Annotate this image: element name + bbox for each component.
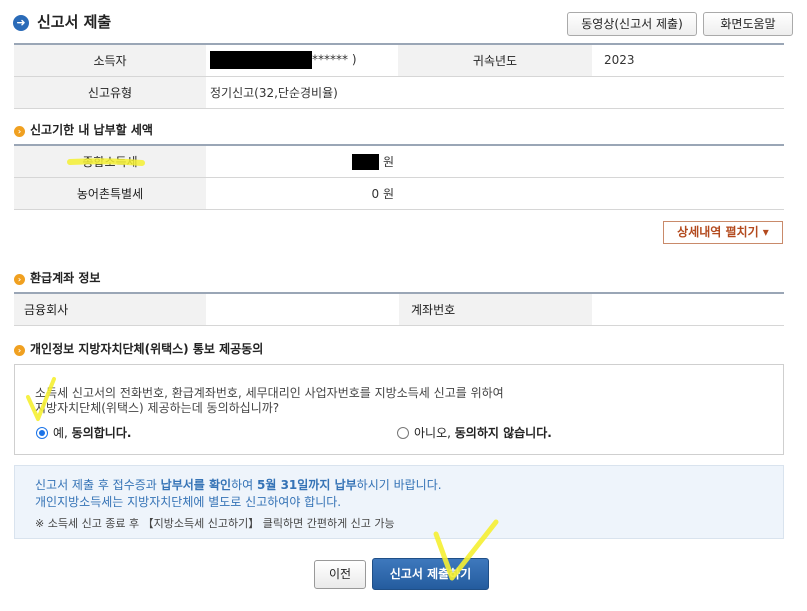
page-header: ➜ 신고서 제출 동영상(신고서 제출) 화면도움말 bbox=[13, 12, 793, 38]
consent-yes-radio[interactable] bbox=[36, 427, 48, 439]
income-tax-label: 종합소득세 bbox=[14, 145, 206, 178]
taxpayer-value: ****** ) bbox=[206, 44, 398, 77]
arrow-right-circle-icon: ➜ bbox=[13, 15, 29, 31]
consent-no-label[interactable]: 아니오, 동의하지 않습니다. bbox=[414, 426, 552, 440]
previous-button[interactable]: 이전 bbox=[314, 560, 366, 589]
section-bullet-icon: › bbox=[14, 274, 25, 285]
screen-help-button[interactable]: 화면도움말 bbox=[703, 12, 793, 36]
year-value: 2023 bbox=[592, 44, 784, 77]
refund-table: 금융회사 계좌번호 bbox=[14, 292, 784, 326]
submit-report-button[interactable]: 신고서 제출하기 bbox=[372, 558, 489, 590]
refund-section-title: › 환급계좌 정보 bbox=[14, 270, 100, 286]
consent-section-title: › 개인정보 지방자치단체(위택스) 통보 제공동의 bbox=[14, 341, 263, 357]
redacted-block bbox=[210, 51, 312, 70]
notice-box: 신고서 제출 후 접수증과 납부서를 확인하여 5월 31일까지 납부하시기 바… bbox=[14, 465, 784, 539]
rural-tax-amount: 0 원 bbox=[206, 177, 404, 210]
section-bullet-icon: › bbox=[14, 126, 25, 137]
page-title: 신고서 제출 bbox=[37, 13, 112, 31]
taxpayer-label: 소득자 bbox=[14, 44, 206, 77]
account-value bbox=[592, 293, 784, 326]
section-bullet-icon: › bbox=[14, 345, 25, 356]
bank-value bbox=[206, 293, 399, 326]
tax-table: 종합소득세 원 농어촌특별세 0 원 bbox=[14, 144, 784, 210]
consent-yes-label[interactable]: 예, 동의합니다. bbox=[53, 426, 131, 440]
redacted-block bbox=[351, 154, 379, 170]
summary-table: 소득자 ****** ) 귀속년도 2023 신고유형 정기신고(32,단순경비… bbox=[14, 43, 784, 109]
expand-details-button[interactable]: 상세내역 펼치기 ▾ bbox=[663, 221, 783, 244]
report-type-value: 정기신고(32,단순경비율) bbox=[206, 76, 784, 109]
notice-line-1: 신고서 제출 후 접수증과 납부서를 확인하여 5월 31일까지 납부하시기 바… bbox=[35, 478, 442, 492]
report-type-label: 신고유형 bbox=[14, 76, 206, 109]
income-tax-amount: 원 bbox=[206, 145, 404, 178]
year-label: 귀속년도 bbox=[398, 44, 592, 77]
video-guide-button[interactable]: 동영상(신고서 제출) bbox=[567, 12, 697, 36]
rural-tax-label: 농어촌특별세 bbox=[14, 177, 206, 210]
tax-section-title: › 신고기한 내 납부할 세액 bbox=[14, 122, 153, 138]
consent-no-radio[interactable] bbox=[397, 427, 409, 439]
bank-label: 금융회사 bbox=[14, 293, 206, 326]
account-label: 계좌번호 bbox=[399, 293, 592, 326]
notice-line-2: 개인지방소득세는 지방자치단체에 별도로 신고하여야 합니다. bbox=[35, 495, 342, 509]
consent-question: 소득세 신고서의 전화번호, 환급계좌번호, 세무대리인 사업자번호를 지방소득… bbox=[35, 386, 504, 415]
notice-line-3: ※ 소득세 신고 종료 후 【지방소득세 신고하기】 클릭하면 간편하게 신고 … bbox=[35, 517, 395, 530]
consent-box: 소득세 신고서의 전화번호, 환급계좌번호, 세무대리인 사업자번호를 지방소득… bbox=[14, 364, 784, 455]
